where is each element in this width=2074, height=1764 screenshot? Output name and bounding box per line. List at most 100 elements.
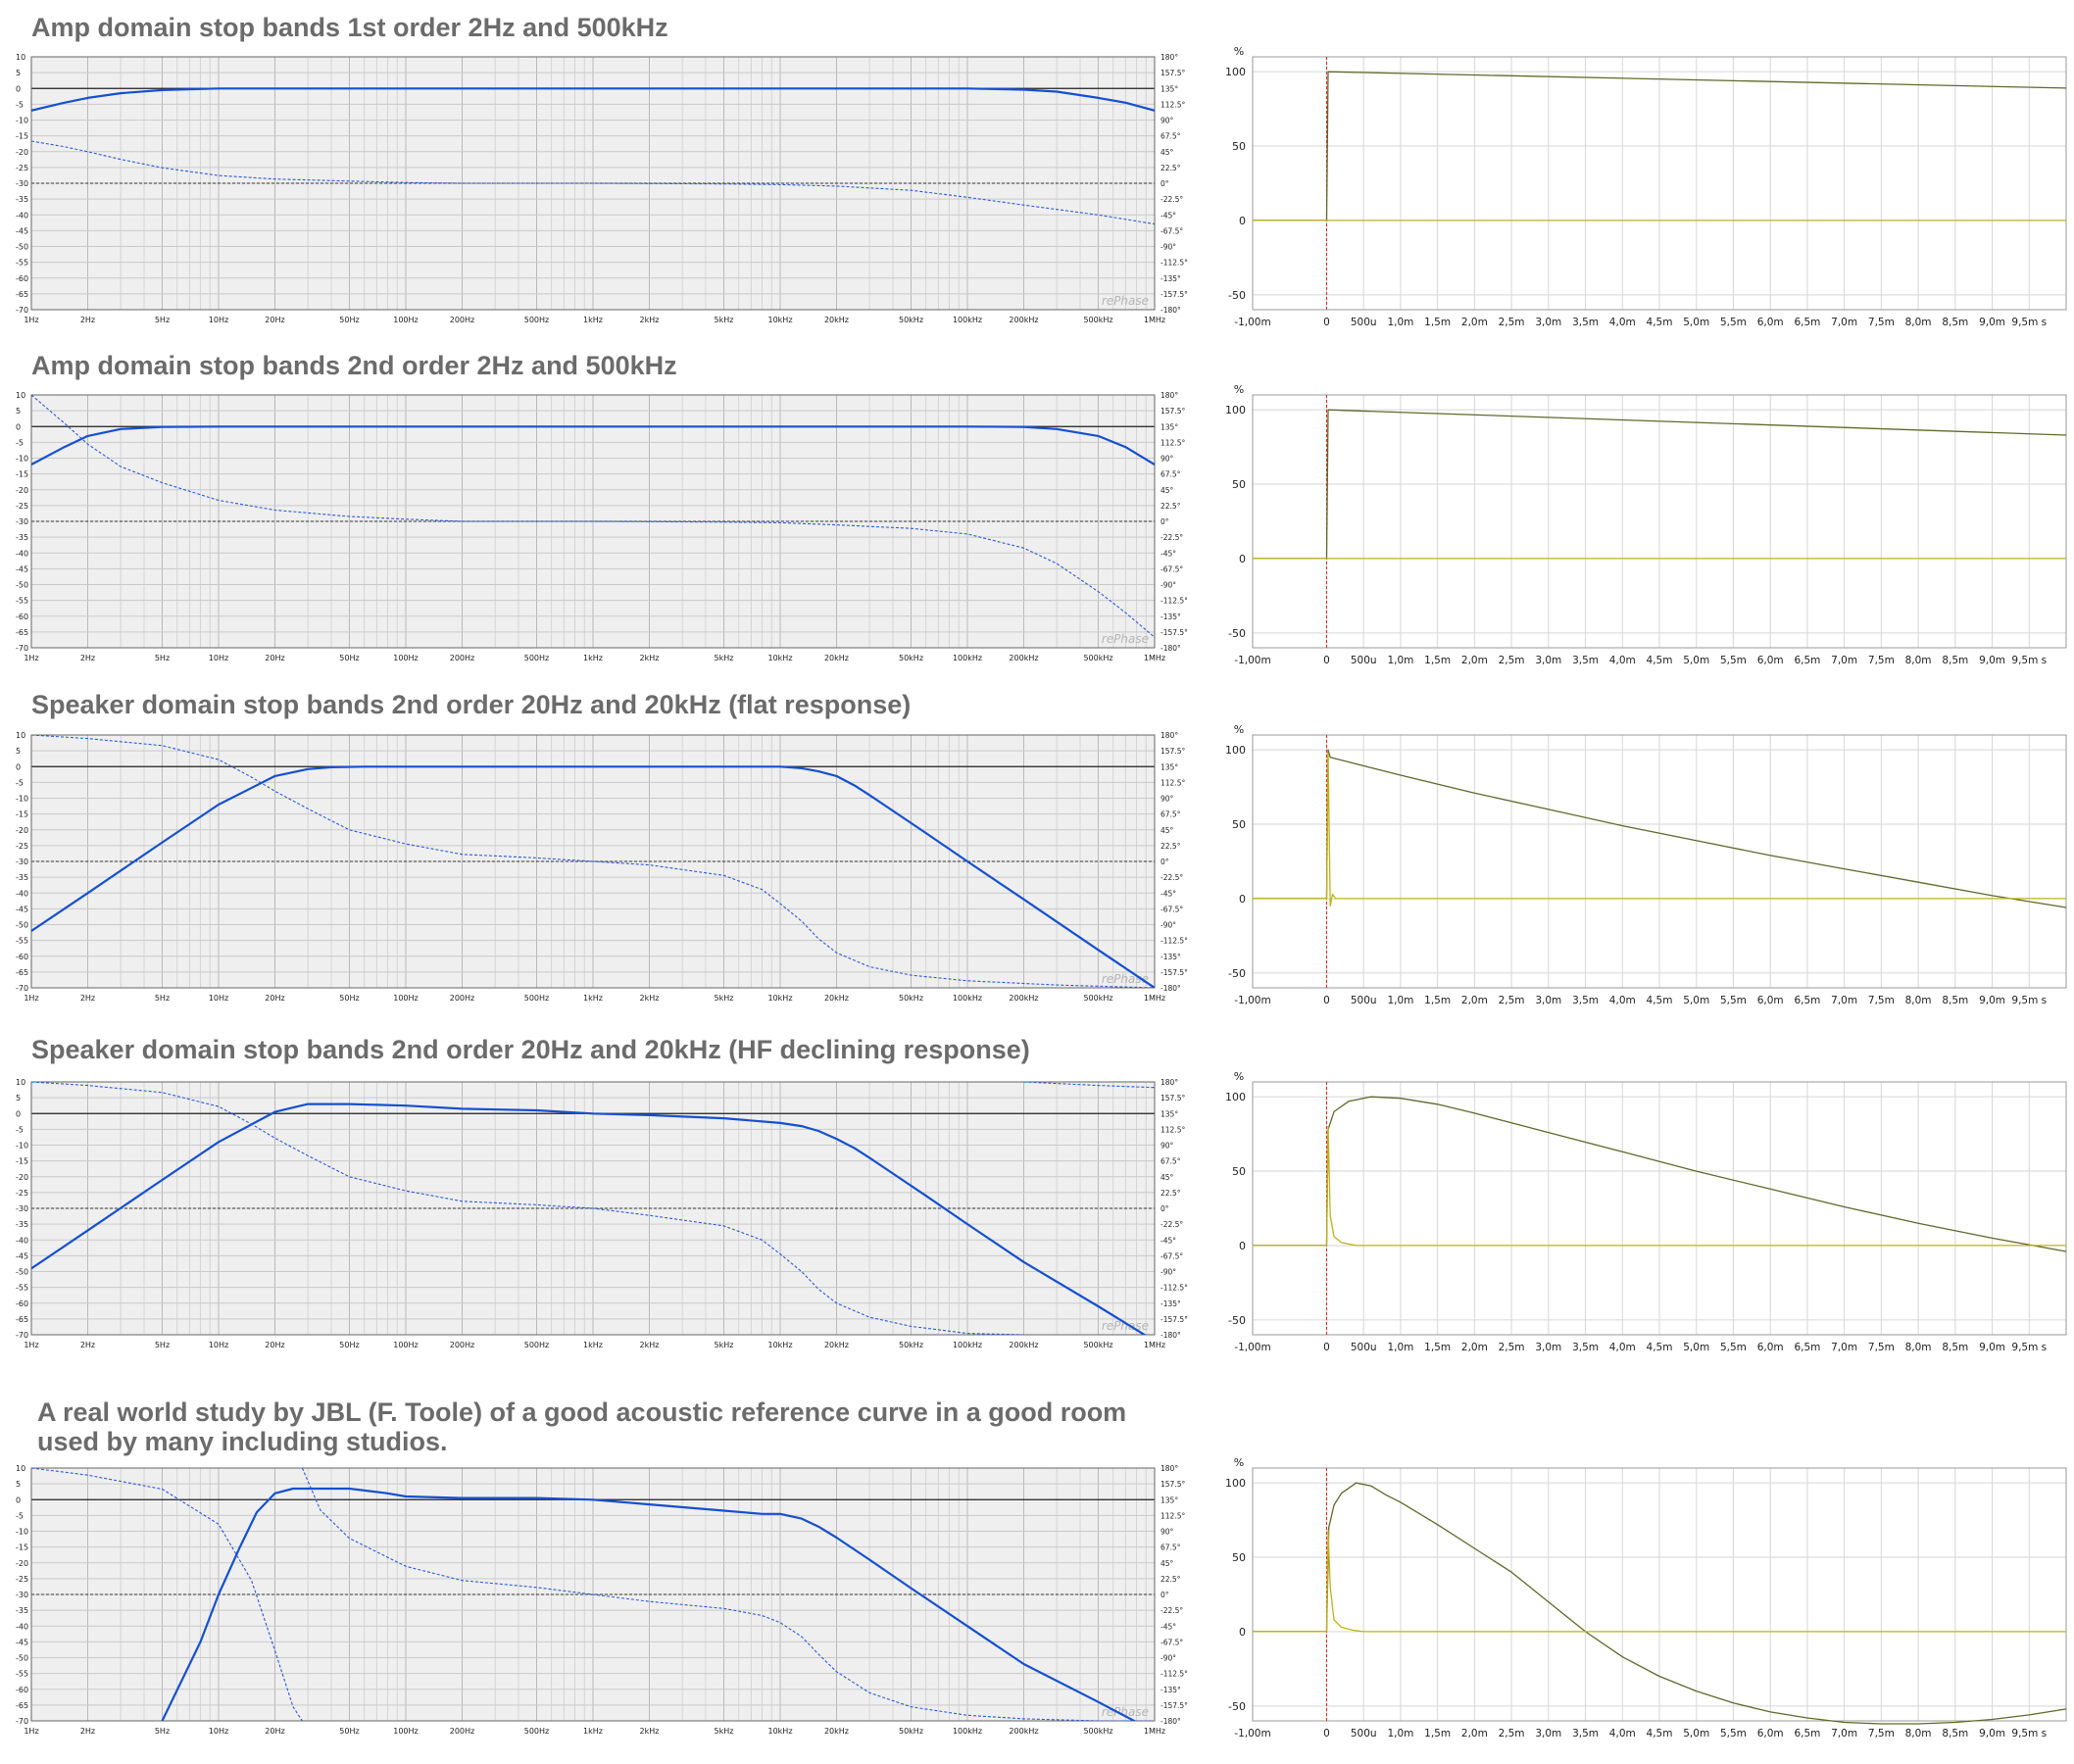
x-tick-label: 200Hz bbox=[450, 1341, 474, 1349]
x-tick-label: 10kHz bbox=[767, 1727, 792, 1736]
x-tick-label: 3,5m bbox=[1572, 1342, 1599, 1353]
phase-tick-label: -90° bbox=[1160, 1654, 1176, 1663]
y-tick-label: 100 bbox=[1225, 1477, 1246, 1490]
phase-tick-label: 45° bbox=[1160, 148, 1174, 157]
x-tick-label: 200kHz bbox=[1009, 994, 1038, 1003]
y-tick-label: -65 bbox=[16, 968, 28, 977]
phase-tick-label: -90° bbox=[1160, 1268, 1176, 1277]
y-tick-label: 100 bbox=[1225, 66, 1246, 78]
x-tick-label: 1,0m bbox=[1387, 317, 1413, 328]
y-tick-label: 50 bbox=[1232, 140, 1246, 153]
y-tick-label: 10 bbox=[16, 1078, 25, 1087]
y-tick-label: -20 bbox=[16, 148, 28, 157]
x-tick-label: 100Hz bbox=[393, 1341, 418, 1349]
x-tick-label: 7,5m bbox=[1868, 317, 1895, 328]
phase-tick-label: -45° bbox=[1160, 1236, 1176, 1245]
phase-tick-label: 0° bbox=[1160, 517, 1169, 526]
phase-tick-label: 0° bbox=[1160, 1591, 1169, 1599]
x-tick-label: 100Hz bbox=[393, 654, 418, 662]
y-tick-label: -30 bbox=[16, 858, 28, 866]
y-tick-label: -70 bbox=[16, 644, 28, 653]
y-tick-label: 10 bbox=[16, 731, 25, 740]
x-tick-label: 50kHz bbox=[899, 316, 923, 324]
y-tick-label: 5 bbox=[16, 1480, 21, 1489]
x-tick-label: 0 bbox=[1323, 317, 1330, 328]
x-tick-label: 50Hz bbox=[339, 654, 359, 662]
y-tick-label: -50 bbox=[16, 243, 28, 252]
x-tick-label: 100kHz bbox=[953, 316, 982, 324]
y-tick-label: -35 bbox=[16, 533, 28, 542]
x-tick-label: 20Hz bbox=[265, 994, 284, 1003]
y-tick-label: -20 bbox=[16, 1559, 28, 1568]
x-tick-label: 2,0m bbox=[1461, 317, 1488, 328]
y-tick-label: -35 bbox=[16, 1606, 28, 1615]
y-tick-label: -10 bbox=[16, 795, 28, 804]
y-tick-label: -5 bbox=[16, 438, 24, 447]
x-tick-label: 2kHz bbox=[640, 994, 660, 1003]
x-tick-label: 200Hz bbox=[450, 994, 474, 1003]
x-tick-label: 1,5m bbox=[1424, 995, 1451, 1006]
x-tick-label: 1,5m bbox=[1424, 655, 1451, 666]
phase-tick-label: -157.5° bbox=[1160, 1701, 1188, 1710]
x-tick-label: 10kHz bbox=[767, 316, 792, 324]
x-tick-label: 8,0m bbox=[1905, 655, 1932, 666]
x-tick-label: 500Hz bbox=[524, 316, 549, 324]
y-tick-label: -55 bbox=[16, 1284, 28, 1293]
phase-tick-label: -135° bbox=[1160, 612, 1181, 621]
x-tick-label: 1MHz bbox=[1144, 1727, 1165, 1736]
phase-tick-label: -157.5° bbox=[1160, 290, 1188, 299]
x-tick-label: 4,5m bbox=[1647, 1342, 1673, 1353]
chart-title-2: Amp domain stop bands 2nd order 2Hz and … bbox=[31, 351, 677, 380]
x-tick-label: 10Hz bbox=[209, 654, 228, 662]
x-tick-label: 2kHz bbox=[640, 316, 660, 324]
phase-tick-label: 22.5° bbox=[1160, 842, 1181, 851]
x-tick-label: 5,5m bbox=[1720, 317, 1747, 328]
y-tick-label: 0 bbox=[16, 1495, 21, 1504]
phase-tick-label: 180° bbox=[1160, 1078, 1178, 1087]
phase-tick-label: -67.5° bbox=[1160, 1638, 1183, 1646]
phase-tick-label: -45° bbox=[1160, 889, 1176, 898]
y-tick-label: -60 bbox=[16, 1686, 28, 1694]
x-tick-label: 500u bbox=[1351, 995, 1377, 1006]
x-tick-label: 20Hz bbox=[265, 1341, 284, 1349]
y-tick-label: 5 bbox=[16, 407, 21, 416]
y-tick-label: 0 bbox=[16, 84, 21, 93]
y-tick-label: -40 bbox=[16, 889, 28, 898]
y-tick-label: -25 bbox=[16, 842, 28, 851]
x-tick-label: 9,0m bbox=[1979, 1342, 2005, 1353]
x-tick-label: 50Hz bbox=[339, 1727, 359, 1736]
chart-title-5: A real world study by JBL (F. Toole) of … bbox=[37, 1397, 1127, 1456]
x-tick-label: 100Hz bbox=[393, 1727, 418, 1736]
x-tick-label: 1,0m bbox=[1387, 655, 1413, 666]
x-tick-label: 4,5m bbox=[1647, 317, 1673, 328]
x-tick-label: 4,5m bbox=[1647, 995, 1673, 1006]
phase-tick-label: -22.5° bbox=[1160, 1220, 1183, 1229]
x-tick-label: 500Hz bbox=[524, 1341, 549, 1349]
y-tick-label: -60 bbox=[16, 953, 28, 961]
y-tick-label: -55 bbox=[16, 259, 28, 268]
x-tick-label: 2kHz bbox=[640, 654, 660, 662]
x-tick-label: 6,5m bbox=[1794, 1342, 1820, 1353]
x-tick-label: 500kHz bbox=[1083, 994, 1112, 1003]
phase-tick-label: -112.5° bbox=[1160, 937, 1188, 946]
x-tick-label: 2,5m bbox=[1499, 317, 1525, 328]
phase-tick-label: 135° bbox=[1160, 1109, 1178, 1118]
chart-title-3: Speaker domain stop bands 2nd order 20Hz… bbox=[31, 690, 912, 719]
x-tick-label: 5Hz bbox=[155, 316, 170, 324]
x-tick-label: 1,0m bbox=[1387, 995, 1413, 1006]
x-tick-label: 7,0m bbox=[1831, 655, 1857, 666]
x-tick-label: 10Hz bbox=[209, 316, 228, 324]
x-tick-label: 5,5m bbox=[1720, 1342, 1747, 1353]
phase-tick-label: 45° bbox=[1160, 826, 1174, 835]
chart-title-4: Speaker domain stop bands 2nd order 20Hz… bbox=[31, 1035, 1030, 1064]
frequency-response-chart-1: 10 5 0 -5 -10 -15 -20 -25 -30 -35 -40 -45 -50 -55 -60 -… bbox=[16, 53, 1188, 324]
x-tick-label: 1kHz bbox=[583, 316, 603, 324]
y-unit-label: % bbox=[1234, 1456, 1244, 1469]
phase-tick-label: -22.5° bbox=[1160, 533, 1183, 542]
x-tick-label: 7,5m bbox=[1868, 655, 1895, 666]
y-tick-label: 5 bbox=[16, 747, 21, 756]
x-tick-label: 1kHz bbox=[583, 1341, 603, 1349]
x-tick-label: 2Hz bbox=[80, 994, 95, 1003]
x-tick-label: 3,0m bbox=[1535, 1728, 1561, 1740]
x-tick-label: 1kHz bbox=[583, 994, 603, 1003]
